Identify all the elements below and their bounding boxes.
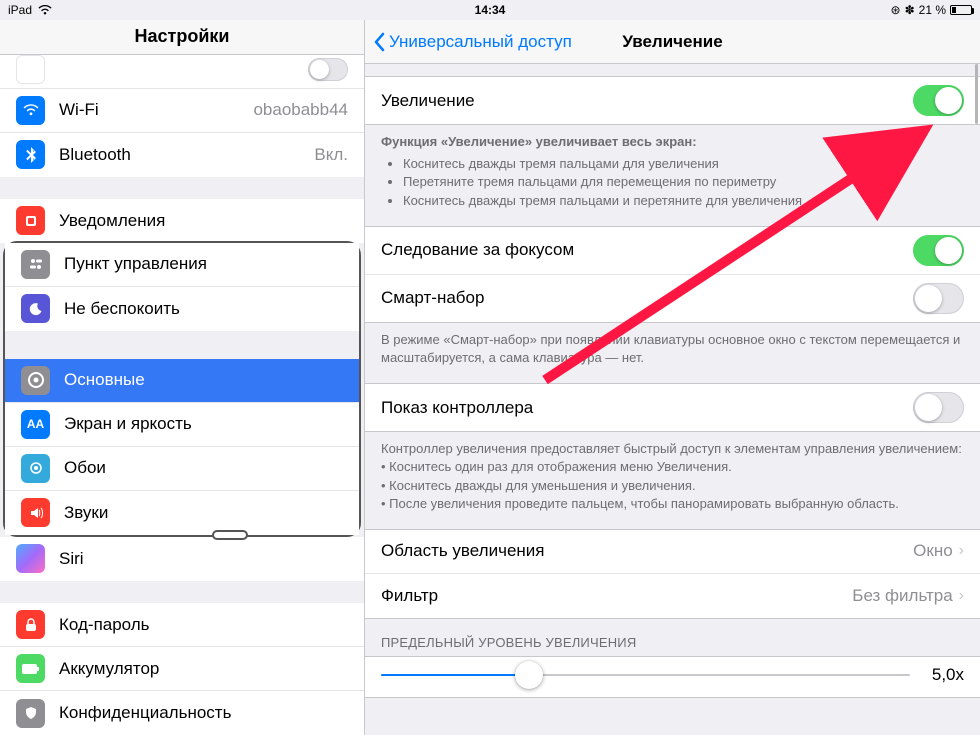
battery-icon [950,5,972,15]
chevron-right-icon: › [959,542,964,560]
slider-knob[interactable] [515,661,543,689]
back-label: Универсальный доступ [389,32,572,52]
airplane-icon [16,55,45,84]
battery-settings-icon [16,654,45,683]
sidebar-item-control-center[interactable]: Пункт управления [5,243,359,287]
privacy-icon [16,699,45,728]
wallpaper-label: Обои [64,458,343,478]
notifications-label: Уведомления [59,211,348,231]
siri-icon [16,544,45,573]
zoom-description: Функция «Увеличение» увеличивает весь эк… [365,125,980,226]
zoom-filter-value: Без фильтра [852,586,952,606]
sidebar-item-sounds[interactable]: Звуки [5,491,359,535]
smart-typing-switch[interactable] [913,283,964,314]
bluetooth-label: Bluetooth [59,145,314,165]
chevron-right-icon: › [959,587,964,605]
siri-label: Siri [59,549,348,569]
gear-icon [21,366,50,395]
sounds-label: Звуки [64,503,343,523]
follow-focus-row[interactable]: Следование за фокусом [365,227,980,275]
orientation-lock-icon: ⊛ [891,3,901,17]
sidebar-item-airplane[interactable] [0,55,364,89]
wifi-icon [38,5,52,15]
control-center-label: Пункт управления [64,254,343,274]
sounds-icon [21,498,50,527]
sidebar-title: Настройки [0,20,364,55]
privacy-label: Конфиденциальность [59,703,348,723]
airplane-toggle[interactable] [308,58,348,81]
max-zoom-value: 5,0x [924,665,964,685]
show-controller-label: Показ контроллера [381,398,913,418]
battery-percentage: 21 % [919,3,946,17]
display-icon: AA [21,410,50,439]
zoom-filter-row[interactable]: Фильтр Без фильтра › [365,574,980,618]
zoom-region-label: Область увеличения [381,541,913,561]
max-zoom-slider[interactable] [381,674,910,676]
show-controller-row[interactable]: Показ контроллера [365,384,980,431]
bluetooth-icon [16,140,45,169]
follow-focus-label: Следование за фокусом [381,240,913,260]
main-panel: Универсальный доступ Увеличение Увеличен… [365,20,980,735]
zoom-toggle-row[interactable]: Увеличение [365,77,980,124]
passcode-icon [16,610,45,639]
bluetooth-value: Вкл. [314,145,348,165]
nav-title: Увеличение [622,32,722,52]
max-zoom-slider-row: 5,0x [365,657,980,697]
sidebar-item-general[interactable]: Основные [5,359,359,403]
battery-label: Аккумулятор [59,659,348,679]
show-controller-switch[interactable] [913,392,964,423]
dnd-label: Не беспокоить [64,299,343,319]
sidebar-item-siri[interactable]: Siri [0,537,364,581]
status-bar: iPad 14:34 ⊛ ✽ 21 % [0,0,980,20]
smart-typing-note: В режиме «Смарт-набор» при появлении кла… [365,323,980,383]
zoom-region-value: Окно [913,541,953,561]
smart-typing-label: Смарт-набор [381,288,913,308]
controller-note: Контроллер увеличения предоставляет быст… [365,432,980,529]
dnd-icon [21,294,50,323]
sidebar-item-privacy[interactable]: Конфиденциальность [0,691,364,735]
sidebar-item-display[interactable]: AA Экран и яркость [5,403,359,447]
sidebar-item-dnd[interactable]: Не беспокоить [5,287,359,331]
sidebar-item-passcode[interactable]: Код-пароль [0,603,364,647]
screen: iPad 14:34 ⊛ ✽ 21 % Настройки [0,0,980,735]
display-label: Экран и яркость [64,414,343,434]
notifications-icon [16,206,45,235]
wifi-value: obaobabb44 [253,100,348,120]
device-name: iPad [8,3,32,17]
zoom-region-row[interactable]: Область увеличения Окно › [365,530,980,574]
wifi-settings-icon [16,96,45,125]
scrollbar[interactable] [975,64,978,124]
sidebar-item-notifications[interactable]: Уведомления [0,199,364,243]
wallpaper-icon [21,454,50,483]
back-button[interactable]: Универсальный доступ [365,32,572,52]
status-time: 14:34 [475,3,506,17]
bluetooth-status-icon: ✽ [905,3,915,17]
zoom-toggle-label: Увеличение [381,91,913,111]
passcode-label: Код-пароль [59,615,348,635]
follow-focus-switch[interactable] [913,235,964,266]
sidebar-item-battery[interactable]: Аккумулятор [0,647,364,691]
nav-bar: Универсальный доступ Увеличение [365,20,980,64]
max-zoom-header: ПРЕДЕЛЬНЫЙ УРОВЕНЬ УВЕЛИЧЕНИЯ [365,619,980,656]
zoom-filter-label: Фильтр [381,586,852,606]
smart-typing-row[interactable]: Смарт-набор [365,275,980,322]
chevron-left-icon [373,32,385,52]
general-label: Основные [64,370,343,390]
sidebar-item-bluetooth[interactable]: Bluetooth Вкл. [0,133,364,177]
sidebar-item-wifi[interactable]: Wi-Fi obaobabb44 [0,89,364,133]
zoom-switch[interactable] [913,85,964,116]
control-center-icon [21,250,50,279]
sidebar-item-wallpaper[interactable]: Обои [5,447,359,491]
settings-sidebar: Настройки Wi-Fi obaobabb44 [0,20,365,735]
highlight-annotation: Пункт управления Не беспокоить [3,241,361,537]
wifi-label: Wi-Fi [59,100,253,120]
